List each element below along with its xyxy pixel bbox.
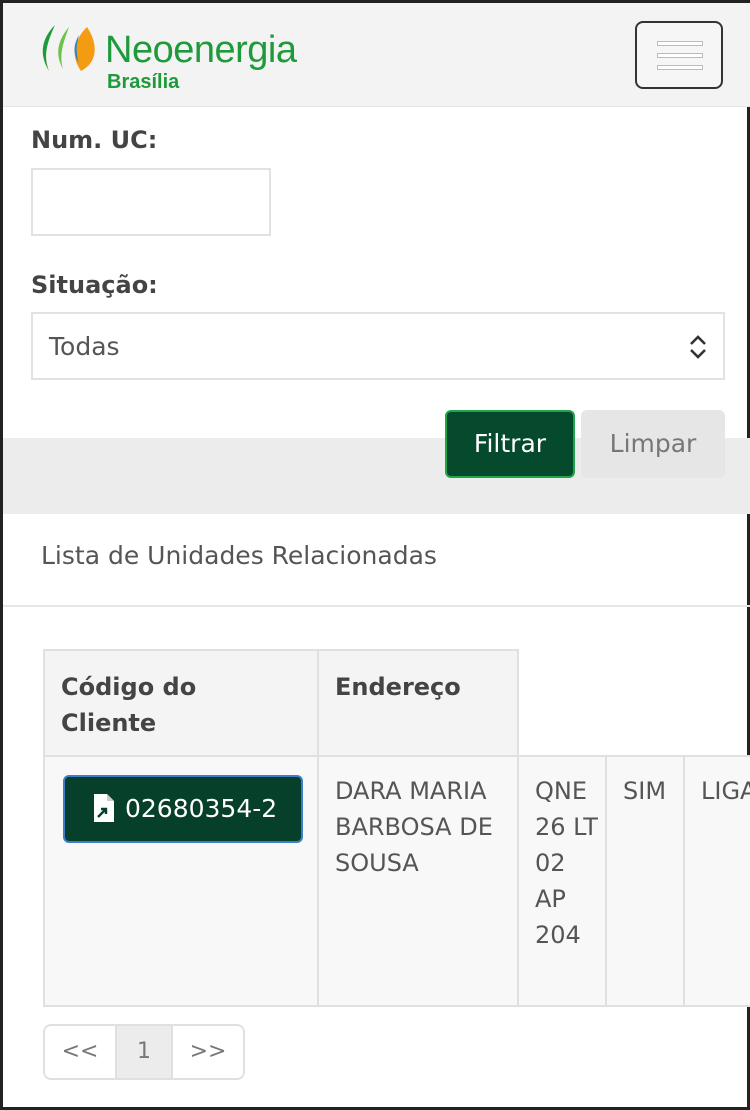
- pagination-next[interactable]: >>: [173, 1026, 243, 1078]
- brand-region: Brasília: [107, 71, 180, 93]
- client-code-value: 02680354-2: [125, 794, 278, 823]
- column-header-address: Endereço: [317, 649, 519, 757]
- flame-logo-icon: [42, 25, 95, 71]
- clear-button[interactable]: Limpar: [581, 410, 725, 478]
- table-cell-address: QNE 26 LT 02 AP 204: [517, 755, 607, 1007]
- section-divider: [3, 605, 750, 607]
- situacao-selected-value: Todas: [49, 332, 120, 361]
- situacao-label: Situação:: [31, 271, 158, 299]
- client-code-button[interactable]: 02680354-2: [63, 775, 303, 843]
- pagination-prev[interactable]: <<: [45, 1026, 117, 1078]
- pagination-page-current[interactable]: 1: [117, 1026, 173, 1078]
- menu-toggle-button[interactable]: [635, 21, 723, 89]
- uc-input[interactable]: [31, 168, 271, 236]
- document-export-icon: [94, 794, 114, 822]
- column-header-code-label: Código do Cliente: [61, 673, 197, 737]
- table-cell-name: DARA MARIA BARBOSA DE SOUSA: [317, 755, 519, 1007]
- app-header: Neoenergia Brasília: [3, 3, 750, 107]
- brand-name: Neoenergia: [105, 29, 297, 71]
- table-cell-status: LIGA: [683, 755, 750, 1007]
- hamburger-line: [658, 42, 702, 45]
- hamburger-line: [658, 54, 702, 57]
- situacao-select[interactable]: Todas: [31, 312, 725, 380]
- select-caret-icon: [690, 335, 706, 359]
- column-header-code: Código do Cliente: [43, 649, 319, 757]
- table-cell-code: 02680354-2: [43, 755, 319, 1007]
- uc-label: Num. UC:: [31, 126, 158, 154]
- filter-button[interactable]: Filtrar: [445, 410, 575, 478]
- pagination: << 1 >>: [43, 1024, 245, 1080]
- section-title: Lista de Unidades Relacionadas: [41, 541, 437, 570]
- table-cell-flag: SIM: [605, 755, 685, 1007]
- hamburger-line: [658, 66, 702, 69]
- neoenergia-logo[interactable]: Neoenergia Brasília: [37, 19, 317, 99]
